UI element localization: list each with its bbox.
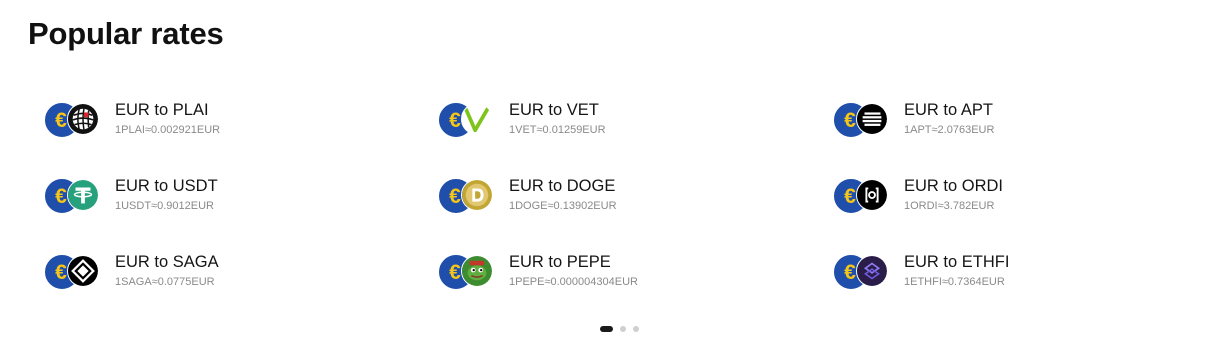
rate-card-pepe[interactable]: € EUR to PEPE 1PEPE≈0.000004304EUR xyxy=(439,244,834,320)
ethfi-icon xyxy=(856,255,888,287)
rate-card-saga[interactable]: € EUR to SAGA 1SAGA≈0.0775EUR xyxy=(45,244,439,320)
currency-pair-icons: € xyxy=(45,103,101,137)
pagination-dot-1[interactable] xyxy=(600,326,613,332)
rate-card-usdt[interactable]: € EUR to USDT 1USDT≈0.9012EUR xyxy=(45,168,439,244)
rate-value: 1PLAI≈0.002921EUR xyxy=(115,124,221,136)
currency-pair-icons: € xyxy=(834,179,890,213)
rate-title: EUR to SAGA xyxy=(115,253,219,271)
vet-icon xyxy=(461,103,493,135)
rate-value: 1ETHFI≈0.7364EUR xyxy=(904,276,1005,288)
rate-title: EUR to PEPE xyxy=(509,253,611,271)
currency-pair-icons: € xyxy=(439,179,495,213)
currency-pair-icons: € xyxy=(439,255,495,289)
rate-value: 1VET≈0.01259EUR xyxy=(509,124,606,136)
rate-value: 1SAGA≈0.0775EUR xyxy=(115,276,215,288)
ordi-icon xyxy=(856,179,888,211)
apt-icon xyxy=(856,103,888,135)
usdt-icon xyxy=(67,179,99,211)
section-title: Popular rates xyxy=(28,16,224,51)
rate-title: EUR to DOGE xyxy=(509,177,616,195)
rate-title: EUR to PLAI xyxy=(115,101,209,119)
currency-pair-icons: € xyxy=(45,255,101,289)
rate-value: 1DOGE≈0.13902EUR xyxy=(509,200,617,212)
rate-card-plai[interactable]: € EUR to PLAI 1PLAI≈0.002921EUR xyxy=(45,92,439,168)
doge-icon xyxy=(461,179,493,211)
currency-pair-icons: € xyxy=(834,103,890,137)
pagination-dot-3[interactable] xyxy=(633,326,639,332)
rate-value: 1PEPE≈0.000004304EUR xyxy=(509,276,638,288)
currency-pair-icons: € xyxy=(439,103,495,137)
currency-pair-icons: € xyxy=(45,179,101,213)
rate-card-vet[interactable]: € EUR to VET 1VET≈0.01259EUR xyxy=(439,92,834,168)
rate-title: EUR to ETHFI xyxy=(904,253,1010,271)
rate-value: 1ORDI≈3.782EUR xyxy=(904,200,995,212)
pepe-icon xyxy=(461,255,493,287)
currency-pair-icons: € xyxy=(834,255,890,289)
plai-icon xyxy=(67,103,99,135)
rates-grid: € EUR to PLAI 1PLAI≈0.002921EUR € EUR to… xyxy=(45,92,1205,320)
rate-card-doge[interactable]: € EUR to DOGE 1DOGE≈0.13902EUR xyxy=(439,168,834,244)
rate-title: EUR to ORDI xyxy=(904,177,1004,195)
rate-title: EUR to USDT xyxy=(115,177,218,195)
rate-title: EUR to VET xyxy=(509,101,599,119)
rate-value: 1APT≈2.0763EUR xyxy=(904,124,995,136)
rate-card-apt[interactable]: € EUR to APT 1APT≈2.0763EUR xyxy=(834,92,1205,168)
saga-icon xyxy=(67,255,99,287)
pagination-dot-2[interactable] xyxy=(620,326,626,332)
rate-card-ethfi[interactable]: € EUR to ETHFI 1ETHFI≈0.7364EUR xyxy=(834,244,1205,320)
carousel-pagination xyxy=(600,326,639,332)
rate-title: EUR to APT xyxy=(904,101,993,119)
rate-card-ordi[interactable]: € EUR to ORDI 1ORDI≈3.782EUR xyxy=(834,168,1205,244)
rate-value: 1USDT≈0.9012EUR xyxy=(115,200,214,212)
